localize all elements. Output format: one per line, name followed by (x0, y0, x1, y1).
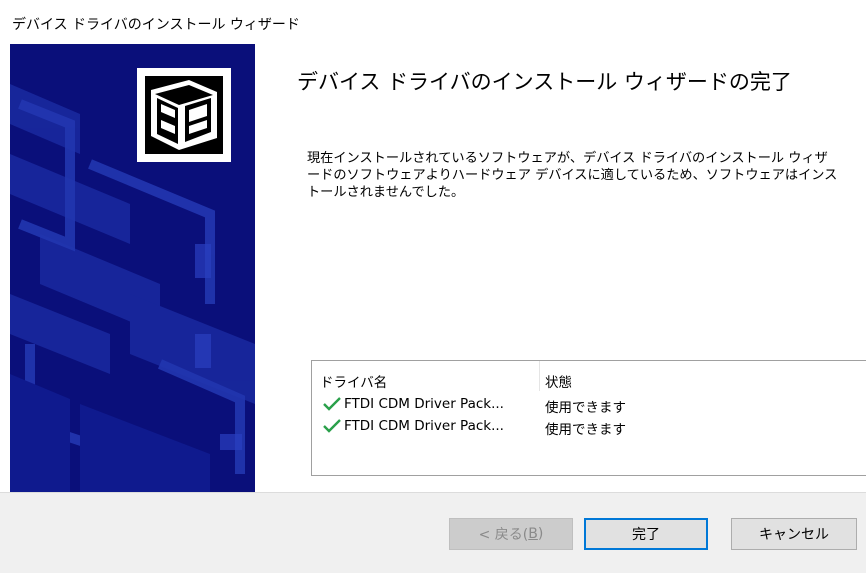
back-button-label-end: ) (537, 526, 544, 542)
back-button-accelerator: B (528, 526, 538, 542)
driver-status: 使用できます (545, 400, 626, 416)
driver-status: 使用できます (545, 422, 626, 438)
window-title: デバイス ドライバのインストール ウィザード (12, 17, 300, 33)
hardware-wizard-icon (137, 68, 231, 162)
button-bar: < 戻る(B) 完了 キャンセル (0, 492, 866, 573)
check-icon (323, 397, 341, 411)
driver-name: FTDI CDM Driver Pack... (344, 418, 504, 434)
driver-install-wizard-window: デバイス ドライバのインストール ウィザード デバイス ドライバのインストール … (0, 0, 866, 573)
check-icon (323, 419, 341, 433)
column-header-status[interactable]: 状態 (545, 371, 572, 391)
wizard-side-panel (10, 44, 255, 492)
description-line: トールされませんでした。 (307, 185, 465, 200)
wizard-content: デバイス ドライバのインストール ウィザードの完了 現在インストールされているソ… (255, 44, 866, 492)
driver-list[interactable]: ドライバ名 状態 FTDI CDM Driver Pack... 使用できます … (311, 360, 866, 476)
back-button[interactable]: < 戻る(B) (449, 518, 573, 550)
driver-name: FTDI CDM Driver Pack... (344, 396, 504, 412)
description-line: 現在インストールされているソフトウェアが、デバイス ドライバのインストール ウィ… (307, 151, 828, 166)
page-title: デバイス ドライバのインストール ウィザードの完了 (297, 70, 792, 94)
description-line: ードのソフトウェアよりハードウェア デバイスに適しているため、ソフトウェアはイン… (307, 168, 838, 183)
column-header-driver-name[interactable]: ドライバ名 (320, 371, 387, 391)
column-separator[interactable] (539, 361, 540, 391)
finish-button[interactable]: 完了 (584, 518, 708, 550)
driver-row[interactable]: FTDI CDM Driver Pack... 使用できます (312, 415, 866, 438)
driver-list-header: ドライバ名 状態 (312, 361, 866, 391)
driver-row[interactable]: FTDI CDM Driver Pack... 使用できます (312, 393, 866, 416)
description-text: 現在インストールされているソフトウェアが、デバイス ドライバのインストール ウィ… (307, 150, 866, 201)
cancel-button[interactable]: キャンセル (731, 518, 857, 550)
title-bar: デバイス ドライバのインストール ウィザード (0, 0, 866, 44)
back-button-label: < 戻る( (478, 527, 529, 543)
